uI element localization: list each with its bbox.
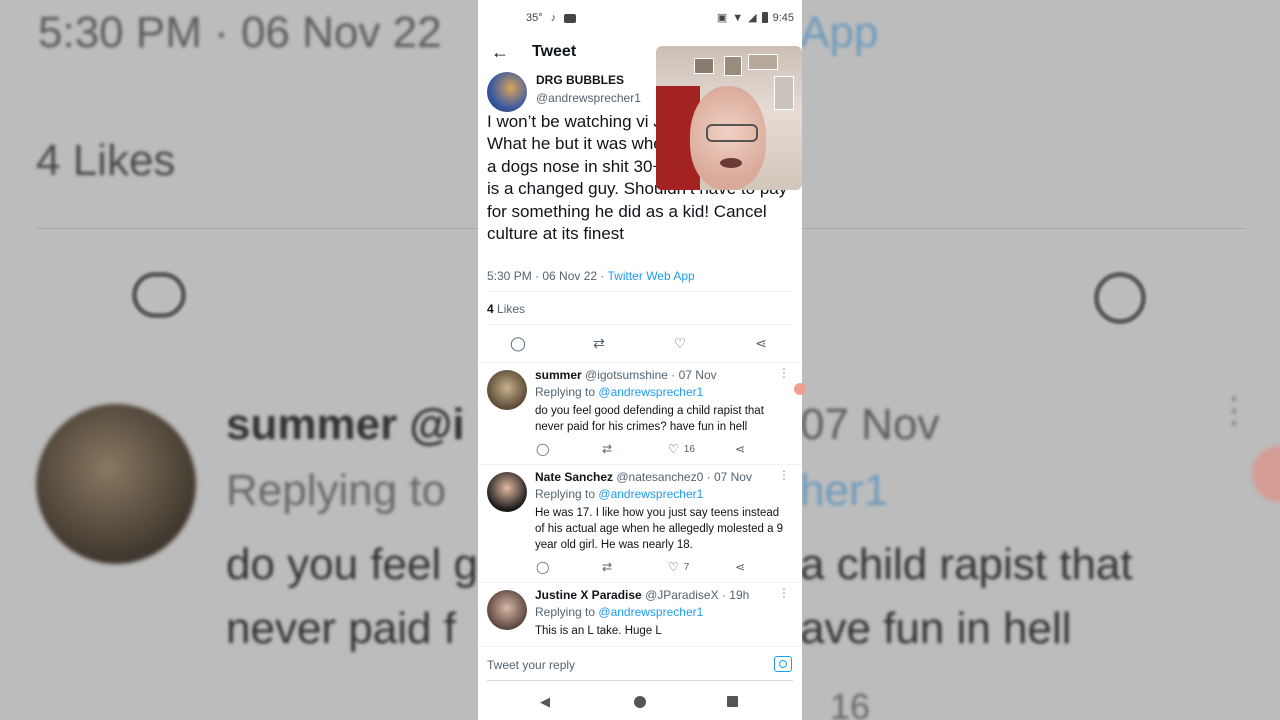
reply-text: He was 17. I like how you just say teens… — [535, 507, 784, 551]
more-options-icon[interactable]: ⋮ — [778, 586, 790, 600]
wall-photo — [748, 54, 778, 70]
wifi-icon: ▼ — [732, 11, 744, 24]
reply-avatar[interactable] — [487, 472, 527, 512]
vibrate-icon: ▣ — [716, 12, 728, 24]
divider — [487, 324, 793, 325]
replying-to-prefix: Replying to — [535, 385, 596, 399]
share-icon[interactable]: ⋖ — [735, 442, 745, 456]
like-icon[interactable]: ♡ — [671, 334, 689, 352]
more-options-icon[interactable]: ⋮ — [778, 468, 790, 482]
replying-to-prefix: Replying to — [535, 487, 596, 501]
tweet-actions: ◯ ⇄ ♡ ⋖ — [487, 334, 793, 354]
mouth — [720, 158, 742, 168]
wall-photo — [694, 58, 714, 74]
reply-text: This is an L take. Huge L — [535, 625, 662, 637]
like-count: 16 — [683, 443, 695, 455]
nav-recents-icon[interactable] — [727, 696, 738, 707]
divider — [487, 291, 793, 292]
wall-photo — [774, 76, 794, 110]
reply-icon[interactable]: ◯ — [536, 560, 549, 574]
tweet-timestamp: 5:30 PM · 06 Nov 22 · — [487, 269, 608, 283]
reply-date: · 07 Nov — [671, 368, 717, 382]
like-button[interactable]: ♡ 16 — [668, 442, 695, 456]
back-arrow-icon[interactable]: ← — [490, 42, 510, 62]
reply-input[interactable]: Tweet your reply — [487, 658, 575, 672]
battery-icon — [761, 12, 768, 23]
reply-avatar[interactable] — [487, 590, 527, 630]
tweet-source-link[interactable]: Twitter Web App — [608, 269, 695, 283]
avatar[interactable] — [487, 72, 527, 112]
nav-back-icon[interactable]: ◀ — [540, 694, 550, 710]
tiktok-icon: ♪ — [550, 12, 557, 24]
reply-name[interactable]: Justine X Paradise — [535, 588, 642, 602]
like-icon: ♡ — [668, 442, 679, 456]
reply-header: Justine X Paradise @JParadiseX · 19h — [535, 588, 749, 602]
likes-label: Likes — [497, 302, 526, 316]
like-button[interactable]: ♡ 7 — [668, 560, 689, 574]
reply-avatar[interactable] — [487, 370, 527, 410]
status-bar: 35° ♪ ▣ ▼ ◢ 9:45 — [478, 0, 802, 34]
camera-icon[interactable] — [774, 656, 792, 672]
replying-to: Replying to @andrewsprecher1 — [535, 605, 703, 619]
reply-item[interactable]: summer @igotsumshine · 07 Nov ⋮ Replying… — [478, 362, 802, 464]
glasses — [706, 124, 758, 142]
likes-count: 4 — [487, 302, 494, 316]
likes-summary[interactable]: 4 Likes — [487, 302, 525, 316]
tweet-meta: 5:30 PM · 06 Nov 22 · Twitter Web App — [487, 269, 695, 283]
share-icon[interactable]: ⋖ — [752, 334, 770, 352]
replying-to-handle[interactable]: @andrewsprecher1 — [598, 385, 703, 399]
replying-to-handle[interactable]: @andrewsprecher1 — [598, 605, 703, 619]
like-icon: ♡ — [668, 560, 679, 574]
replying-to-prefix: Replying to — [535, 605, 596, 619]
reply-header: Nate Sanchez @natesanchez0 · 07 Nov — [535, 470, 752, 484]
divider — [478, 646, 802, 647]
reply-date: · 07 Nov — [706, 470, 752, 484]
page-title: Tweet — [532, 43, 577, 60]
author-name[interactable]: DRG BUBBLES — [536, 73, 624, 87]
reply-icon[interactable]: ◯ — [536, 442, 549, 456]
divider — [487, 680, 793, 681]
replying-to: Replying to @andrewsprecher1 — [535, 385, 703, 399]
share-icon[interactable]: ⋖ — [735, 560, 745, 574]
reply-name[interactable]: summer — [535, 368, 582, 382]
reply-handle: @igotsumshine — [585, 368, 668, 382]
wall-photo — [724, 56, 742, 76]
retweet-icon[interactable]: ⇄ — [602, 442, 612, 456]
nav-home-icon[interactable] — [634, 696, 646, 708]
reply-date: · 19h — [721, 588, 750, 602]
retweet-icon[interactable]: ⇄ — [602, 560, 612, 574]
reply-text: do you feel good defending a child rapis… — [535, 405, 764, 433]
author-handle[interactable]: @andrewsprecher1 — [536, 91, 641, 105]
reply-icon[interactable]: ◯ — [509, 334, 527, 352]
like-count: 7 — [683, 561, 690, 573]
reply-item[interactable]: Nate Sanchez @natesanchez0 · 07 Nov ⋮ Re… — [478, 464, 802, 582]
temperature: 35° — [526, 12, 543, 24]
reply-name[interactable]: Nate Sanchez — [535, 470, 613, 484]
android-nav-bar: ◀ — [478, 684, 802, 720]
reply-item[interactable]: Justine X Paradise @JParadiseX · 19h ⋮ R… — [478, 582, 802, 646]
reply-handle: @JParadiseX — [645, 588, 719, 602]
record-indicator — [794, 383, 806, 395]
webcam-overlay — [656, 46, 802, 190]
retweet-icon[interactable]: ⇄ — [590, 334, 608, 352]
replying-to-handle[interactable]: @andrewsprecher1 — [598, 487, 703, 501]
clock: 9:45 — [772, 11, 794, 24]
more-options-icon[interactable]: ⋮ — [778, 366, 790, 380]
reply-composer: Tweet your reply — [478, 648, 802, 682]
reply-handle: @natesanchez0 — [616, 470, 704, 484]
reply-header: summer @igotsumshine · 07 Nov — [535, 368, 717, 382]
youtube-icon — [564, 13, 577, 23]
replying-to: Replying to @andrewsprecher1 — [535, 487, 703, 501]
signal-icon: ◢ — [748, 12, 757, 24]
